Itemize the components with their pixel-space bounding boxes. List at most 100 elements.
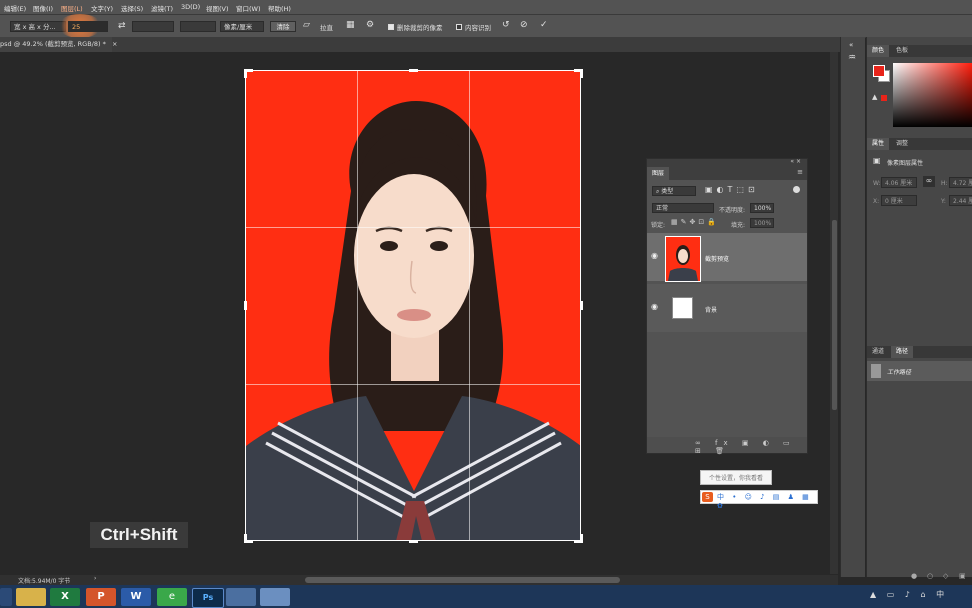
- delete-cropped-checkbox[interactable]: [388, 24, 394, 30]
- menu-help[interactable]: 帮助(H): [268, 3, 291, 13]
- height-field[interactable]: 4.72 厘: [949, 177, 972, 188]
- document-size: 文档:5.94M/0 字节: [18, 578, 71, 585]
- height-input[interactable]: [132, 21, 174, 32]
- taskbar-photoshop-icon[interactable]: Ps: [192, 588, 224, 608]
- document-tab[interactable]: psd @ 49.2% (截剪预览, RGB/8) * ×: [0, 37, 117, 52]
- taskbar-powerpoint-icon[interactable]: P: [86, 588, 116, 606]
- layer-kind-filter[interactable]: ⌕ 类型: [652, 186, 696, 196]
- taskbar-file-explorer-icon[interactable]: [16, 588, 46, 606]
- layer-row[interactable]: ◉ 背景: [647, 284, 807, 332]
- ime-logo-icon[interactable]: S: [702, 492, 713, 502]
- ime-toolbar[interactable]: S 中 • ☺ ♪ ▤ ♟ ▦ ✿: [700, 490, 818, 510]
- opacity-input[interactable]: 100%: [750, 203, 774, 213]
- layers-panel-titlebar[interactable]: « ×: [647, 158, 807, 167]
- lock-label: 锁定:: [651, 222, 666, 229]
- gamut-swatch[interactable]: [881, 95, 887, 101]
- crop-handle-left[interactable]: [244, 301, 247, 310]
- blend-mode-select[interactable]: 正常: [652, 203, 714, 213]
- menu-view[interactable]: 视图(V): [206, 3, 229, 13]
- crop-handle-bottom[interactable]: [409, 540, 418, 543]
- straighten-label[interactable]: 拉直: [320, 22, 333, 32]
- crop-box[interactable]: [245, 70, 581, 541]
- overlay-grid-icon[interactable]: ▦: [346, 20, 355, 30]
- options-bar: 宽 x 高 x 分... 25 ⇄ 像素/厘米 清除 ⏥ 拉直 ▦ ⚙ 删除裁剪…: [0, 14, 972, 38]
- status-arrow-icon[interactable]: ›: [94, 575, 96, 582]
- document-tab-title: psd @ 49.2% (截剪预览, RGB/8) *: [0, 40, 106, 48]
- x-field[interactable]: 0 厘米: [881, 195, 917, 206]
- y-field[interactable]: 2.44 厘: [949, 195, 972, 206]
- y-label: Y:: [941, 198, 946, 205]
- foreground-color-swatch[interactable]: [873, 65, 885, 77]
- straighten-icon[interactable]: ⏥: [303, 20, 310, 30]
- fill-input[interactable]: 100%: [750, 218, 774, 228]
- swap-icon[interactable]: ⇄: [118, 21, 126, 31]
- menu-select[interactable]: 选择(S): [121, 3, 143, 13]
- menu-window[interactable]: 窗口(W): [236, 3, 261, 13]
- history-icon[interactable]: ♒: [848, 53, 856, 63]
- crop-handle-top-left[interactable]: [244, 69, 247, 78]
- layer-name[interactable]: 背景: [705, 305, 717, 314]
- menu-type[interactable]: 文字(Y): [91, 3, 113, 13]
- system-tray-icons[interactable]: ▲ ▭ ♪ ⌂ 中: [870, 589, 970, 603]
- start-button[interactable]: [0, 588, 12, 606]
- layer-row[interactable]: ◉ 截剪预览: [647, 233, 807, 282]
- tab-swatches[interactable]: 色板: [891, 45, 913, 57]
- menu-image[interactable]: 图像(I): [33, 3, 53, 13]
- crop-handle-top-right[interactable]: [580, 69, 583, 78]
- tab-layers[interactable]: 图层: [647, 167, 670, 180]
- color-picker-field[interactable]: [893, 63, 972, 127]
- panel-footer-icon[interactable]: ●: [911, 572, 917, 580]
- content-aware-checkbox[interactable]: [456, 24, 462, 30]
- crop-handle-right[interactable]: [580, 301, 583, 310]
- panel-collapse-icon[interactable]: « ×: [790, 158, 801, 165]
- tab-properties[interactable]: 属性: [867, 138, 890, 150]
- clear-button[interactable]: 清除: [270, 21, 296, 32]
- taskbar-app-icon[interactable]: [226, 588, 256, 606]
- tab-adjustments[interactable]: 调整: [891, 138, 913, 150]
- close-icon[interactable]: ×: [112, 40, 117, 48]
- warning-triangle-icon: ▲: [872, 93, 878, 101]
- tab-color[interactable]: 颜色: [867, 45, 890, 57]
- settings-gear-icon[interactable]: ⚙: [366, 20, 374, 30]
- tab-paths[interactable]: 路径: [891, 346, 914, 358]
- visibility-eye-icon[interactable]: ◉: [651, 302, 658, 311]
- resolution-input[interactable]: [180, 21, 216, 32]
- visibility-eye-icon[interactable]: ◉: [651, 251, 658, 260]
- link-icon[interactable]: ∞: [923, 176, 935, 187]
- unit-select[interactable]: 像素/厘米: [220, 21, 264, 32]
- layer-name[interactable]: 截剪预览: [705, 254, 729, 263]
- layer-action-icons[interactable]: ∞ fx ▣ ◐ ▭ ⊞ 🗑: [695, 439, 807, 455]
- horizontal-scroll-thumb[interactable]: [305, 577, 620, 583]
- filter-toggle-icon[interactable]: [793, 186, 800, 193]
- vertical-scroll-thumb[interactable]: [832, 220, 837, 410]
- cancel-icon[interactable]: ⊘: [520, 20, 528, 30]
- crop-handle-top[interactable]: [409, 69, 418, 72]
- tab-bar: [0, 37, 840, 52]
- panel-footer-icon[interactable]: ○: [927, 572, 933, 580]
- crop-handle-bottom-right[interactable]: [580, 534, 583, 543]
- commit-check-icon[interactable]: ✓: [540, 20, 548, 30]
- taskbar-browser-icon[interactable]: e: [157, 588, 187, 606]
- tab-channels[interactable]: 通道: [867, 346, 889, 358]
- menu-edit[interactable]: 编辑(E): [4, 3, 26, 13]
- panel-footer-icon[interactable]: ◇: [943, 572, 948, 580]
- menu-layer[interactable]: 图层(L): [61, 3, 83, 13]
- layer-filter-icons[interactable]: ▣◐T⬚⊡: [705, 185, 759, 194]
- taskbar-word-icon[interactable]: W: [121, 588, 151, 606]
- collapse-icon[interactable]: «: [849, 40, 853, 50]
- panel-menu-icon[interactable]: ≡: [797, 168, 803, 176]
- taskbar-excel-icon[interactable]: X: [50, 588, 80, 606]
- path-item[interactable]: 工作路径: [867, 361, 972, 381]
- lock-icons[interactable]: ▦✎✥⊡🔒: [671, 218, 719, 226]
- fill-label: 填充:: [731, 222, 746, 229]
- width-field[interactable]: 4.06 厘米: [881, 177, 917, 188]
- menu-filter[interactable]: 滤镜(T): [151, 3, 173, 13]
- crop-handle-bottom-left[interactable]: [244, 534, 247, 543]
- width-input[interactable]: 25: [68, 21, 108, 32]
- taskbar-app-icon[interactable]: [260, 588, 290, 606]
- paths-panel-tabs: 通道 路径: [867, 346, 972, 358]
- ime-tool-icons[interactable]: 中 • ☺ ♪ ▤ ♟ ▦ ✿: [717, 492, 817, 510]
- reset-icon[interactable]: ↺: [502, 20, 510, 30]
- menu-3d[interactable]: 3D(D): [181, 3, 200, 11]
- panel-footer-icon[interactable]: ▣: [959, 572, 966, 580]
